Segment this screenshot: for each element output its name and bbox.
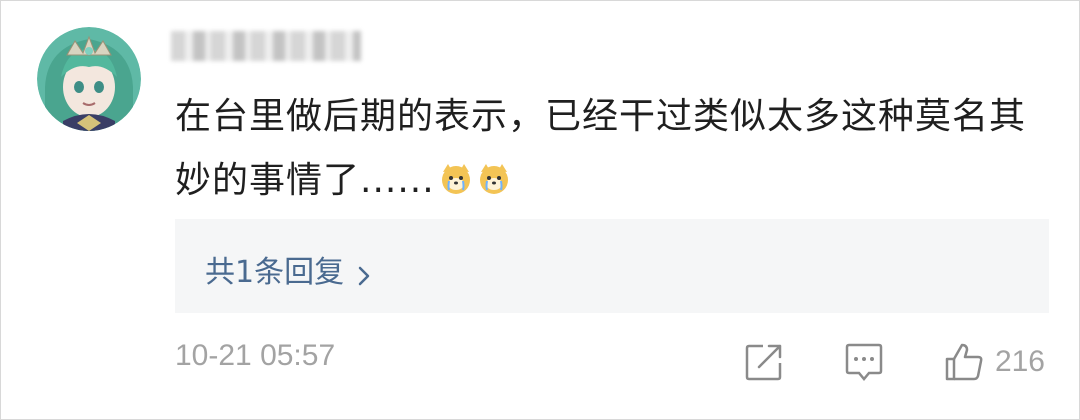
- view-replies-link[interactable]: 共1条回复: [205, 247, 374, 291]
- comment-card: 在台里做后期的表示，已经干过类似太多这种莫名其妙的事情了...... 共1条回复: [0, 0, 1080, 420]
- thumbs-up-icon: [943, 341, 985, 383]
- avatar[interactable]: [37, 27, 141, 131]
- comment-body: 在台里做后期的表示，已经干过类似太多这种莫名其妙的事情了......: [175, 85, 1035, 213]
- like-count: 216: [994, 345, 1045, 378]
- comment-text: 在台里做后期的表示，已经干过类似太多这种莫名其妙的事情了......: [175, 96, 1027, 201]
- comment-actions: 216: [743, 339, 1045, 385]
- comment-timestamp: 10-21 05:57: [175, 339, 336, 372]
- view-replies-label: 共1条回复: [205, 255, 345, 290]
- username-blurred[interactable]: [171, 31, 361, 61]
- crying-dog-emoji-icon: [477, 153, 511, 194]
- chevron-right-icon: [354, 259, 374, 286]
- comment-icon[interactable]: [843, 341, 885, 383]
- share-icon[interactable]: [743, 341, 785, 383]
- crying-dog-emoji-icon: [439, 153, 473, 194]
- reply-preview-box: 共1条回复: [175, 219, 1049, 313]
- like-button[interactable]: 216: [943, 341, 1045, 383]
